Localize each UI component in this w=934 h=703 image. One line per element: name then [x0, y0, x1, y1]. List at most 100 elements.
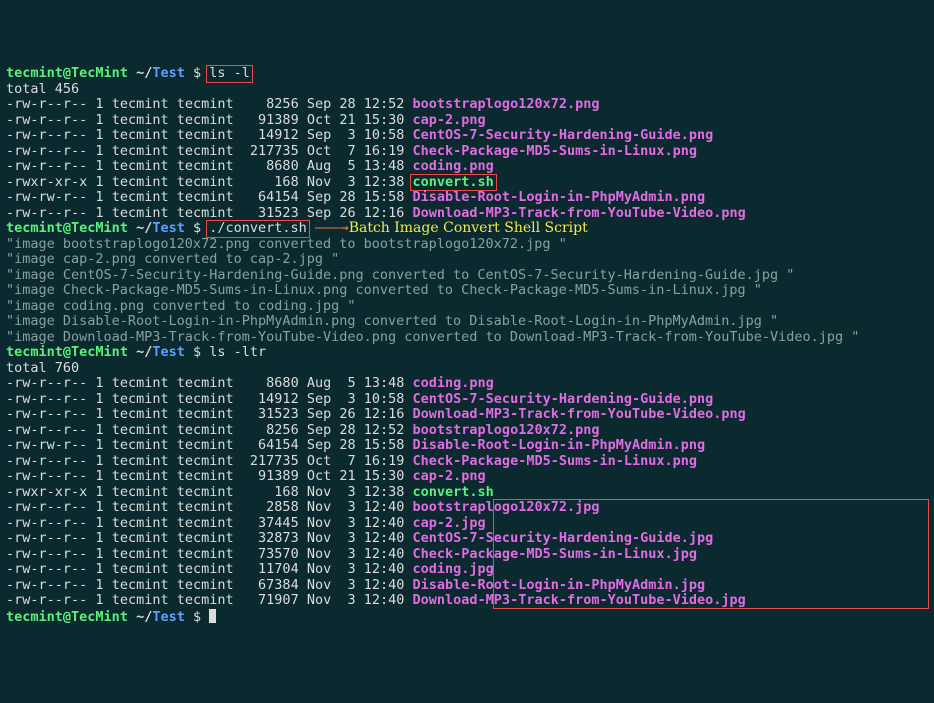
- file-owner: tecmint: [112, 453, 169, 469]
- prompt-at: @: [63, 220, 71, 236]
- file-perm: -rw-r--r--: [6, 577, 87, 593]
- file-owner: tecmint: [112, 499, 169, 515]
- ls-row: -rw-rw-r-- 1 tecmint tecmint 64154 Sep 2…: [6, 190, 928, 206]
- file-group: tecmint: [177, 592, 234, 608]
- ls-row: -rw-r--r-- 1 tecmint tecmint 14912 Sep 3…: [6, 128, 928, 144]
- file-group: tecmint: [177, 499, 234, 515]
- prompt-user: tecmint: [6, 609, 63, 625]
- file-date: Oct 7 16:19: [307, 453, 405, 469]
- file-name: convert.sh: [413, 174, 494, 190]
- file-size: 8256: [242, 96, 299, 112]
- prompt-dir: Test: [152, 609, 185, 625]
- file-perm: -rw-r--r--: [6, 391, 87, 407]
- command-input[interactable]: ls -ltr: [209, 344, 266, 360]
- file-date: Nov 3 12:40: [307, 499, 405, 515]
- ls-row: -rw-r--r-- 1 tecmint tecmint 14912 Sep 3…: [6, 392, 928, 408]
- prompt-user: tecmint: [6, 220, 63, 236]
- file-group: tecmint: [177, 375, 234, 391]
- file-group: tecmint: [177, 530, 234, 546]
- total-line: total 456: [6, 82, 928, 98]
- file-date: Nov 3 12:40: [307, 515, 405, 531]
- file-name: cap-2.png: [413, 468, 486, 484]
- file-name: Disable-Root-Login-in-PhpMyAdmin.jpg: [413, 577, 706, 593]
- ls-row: -rw-r--r-- 1 tecmint tecmint 11704 Nov 3…: [6, 562, 928, 578]
- prompt-dir: Test: [152, 65, 185, 81]
- file-group: tecmint: [177, 391, 234, 407]
- file-owner: tecmint: [112, 127, 169, 143]
- command-input[interactable]: ./convert.sh: [209, 220, 307, 236]
- file-owner: tecmint: [112, 96, 169, 112]
- file-date: Sep 28 12:52: [307, 422, 405, 438]
- file-date: Aug 5 13:48: [307, 158, 405, 174]
- file-links: 1: [95, 143, 103, 159]
- file-size: 67384: [242, 577, 299, 593]
- file-name: Check-Package-MD5-Sums-in-Linux.png: [413, 143, 697, 159]
- file-links: 1: [95, 127, 103, 143]
- file-perm: -rw-r--r--: [6, 546, 87, 562]
- file-group: tecmint: [177, 422, 234, 438]
- file-date: Nov 3 12:40: [307, 530, 405, 546]
- file-name: bootstraplogo120x72.jpg: [413, 499, 600, 515]
- file-links: 1: [95, 158, 103, 174]
- file-group: tecmint: [177, 406, 234, 422]
- script-output-line: "image Disable-Root-Login-in-PhpMyAdmin.…: [6, 314, 928, 330]
- file-size: 168: [242, 174, 299, 190]
- file-links: 1: [95, 375, 103, 391]
- file-owner: tecmint: [112, 515, 169, 531]
- file-perm: -rw-r--r--: [6, 468, 87, 484]
- file-group: tecmint: [177, 453, 234, 469]
- file-name: bootstraplogo120x72.png: [413, 422, 600, 438]
- file-group: tecmint: [177, 515, 234, 531]
- file-perm: -rw-r--r--: [6, 158, 87, 174]
- command-input[interactable]: ls -l: [209, 65, 250, 81]
- file-date: Sep 28 15:58: [307, 437, 405, 453]
- file-size: 37445: [242, 515, 299, 531]
- file-name: Download-MP3-Track-from-YouTube-Video.jp…: [413, 592, 746, 608]
- ls-row: -rw-r--r-- 1 tecmint tecmint 8256 Sep 28…: [6, 423, 928, 439]
- file-links: 1: [95, 205, 103, 221]
- file-name: Disable-Root-Login-in-PhpMyAdmin.png: [413, 437, 706, 453]
- file-name: CentOS-7-Security-Hardening-Guide.jpg: [413, 530, 714, 546]
- file-links: 1: [95, 561, 103, 577]
- ls-row: -rw-r--r-- 1 tecmint tecmint 31523 Sep 2…: [6, 407, 928, 423]
- file-perm: -rw-r--r--: [6, 143, 87, 159]
- file-size: 2858: [242, 499, 299, 515]
- file-name: CentOS-7-Security-Hardening-Guide.png: [413, 391, 714, 407]
- file-links: 1: [95, 468, 103, 484]
- file-links: 1: [95, 437, 103, 453]
- file-date: Nov 3 12:40: [307, 577, 405, 593]
- file-perm: -rw-rw-r--: [6, 437, 87, 453]
- file-owner: tecmint: [112, 205, 169, 221]
- file-perm: -rw-r--r--: [6, 453, 87, 469]
- file-date: Sep 28 12:52: [307, 96, 405, 112]
- file-name: Check-Package-MD5-Sums-in-Linux.png: [413, 453, 697, 469]
- file-group: tecmint: [177, 158, 234, 174]
- file-group: tecmint: [177, 127, 234, 143]
- terminal-output[interactable]: tecmint@TecMint ~/Test $ ls -ltotal 456-…: [6, 66, 928, 625]
- file-perm: -rw-r--r--: [6, 96, 87, 112]
- prompt-tilde: ~: [136, 220, 144, 236]
- prompt-tilde: ~: [136, 344, 144, 360]
- file-size: 64154: [242, 189, 299, 205]
- file-date: Sep 28 15:58: [307, 189, 405, 205]
- file-size: 71907: [242, 592, 299, 608]
- prompt-dollar: $: [185, 609, 209, 625]
- file-links: 1: [95, 96, 103, 112]
- ls-row: -rw-r--r-- 1 tecmint tecmint 91389 Oct 2…: [6, 469, 928, 485]
- file-date: Oct 7 16:19: [307, 143, 405, 159]
- file-name: CentOS-7-Security-Hardening-Guide.png: [413, 127, 714, 143]
- file-date: Nov 3 12:40: [307, 561, 405, 577]
- file-owner: tecmint: [112, 391, 169, 407]
- file-size: 217735: [242, 453, 299, 469]
- ls-row: -rw-r--r-- 1 tecmint tecmint 8680 Aug 5 …: [6, 159, 928, 175]
- prompt-user: tecmint: [6, 65, 63, 81]
- prompt-at: @: [63, 344, 71, 360]
- file-group: tecmint: [177, 546, 234, 562]
- file-perm: -rw-rw-r--: [6, 189, 87, 205]
- file-perm: -rw-r--r--: [6, 561, 87, 577]
- file-size: 91389: [242, 112, 299, 128]
- file-links: 1: [95, 592, 103, 608]
- file-links: 1: [95, 499, 103, 515]
- ls-row: -rw-r--r-- 1 tecmint tecmint 73570 Nov 3…: [6, 547, 928, 563]
- prompt-at: @: [63, 609, 71, 625]
